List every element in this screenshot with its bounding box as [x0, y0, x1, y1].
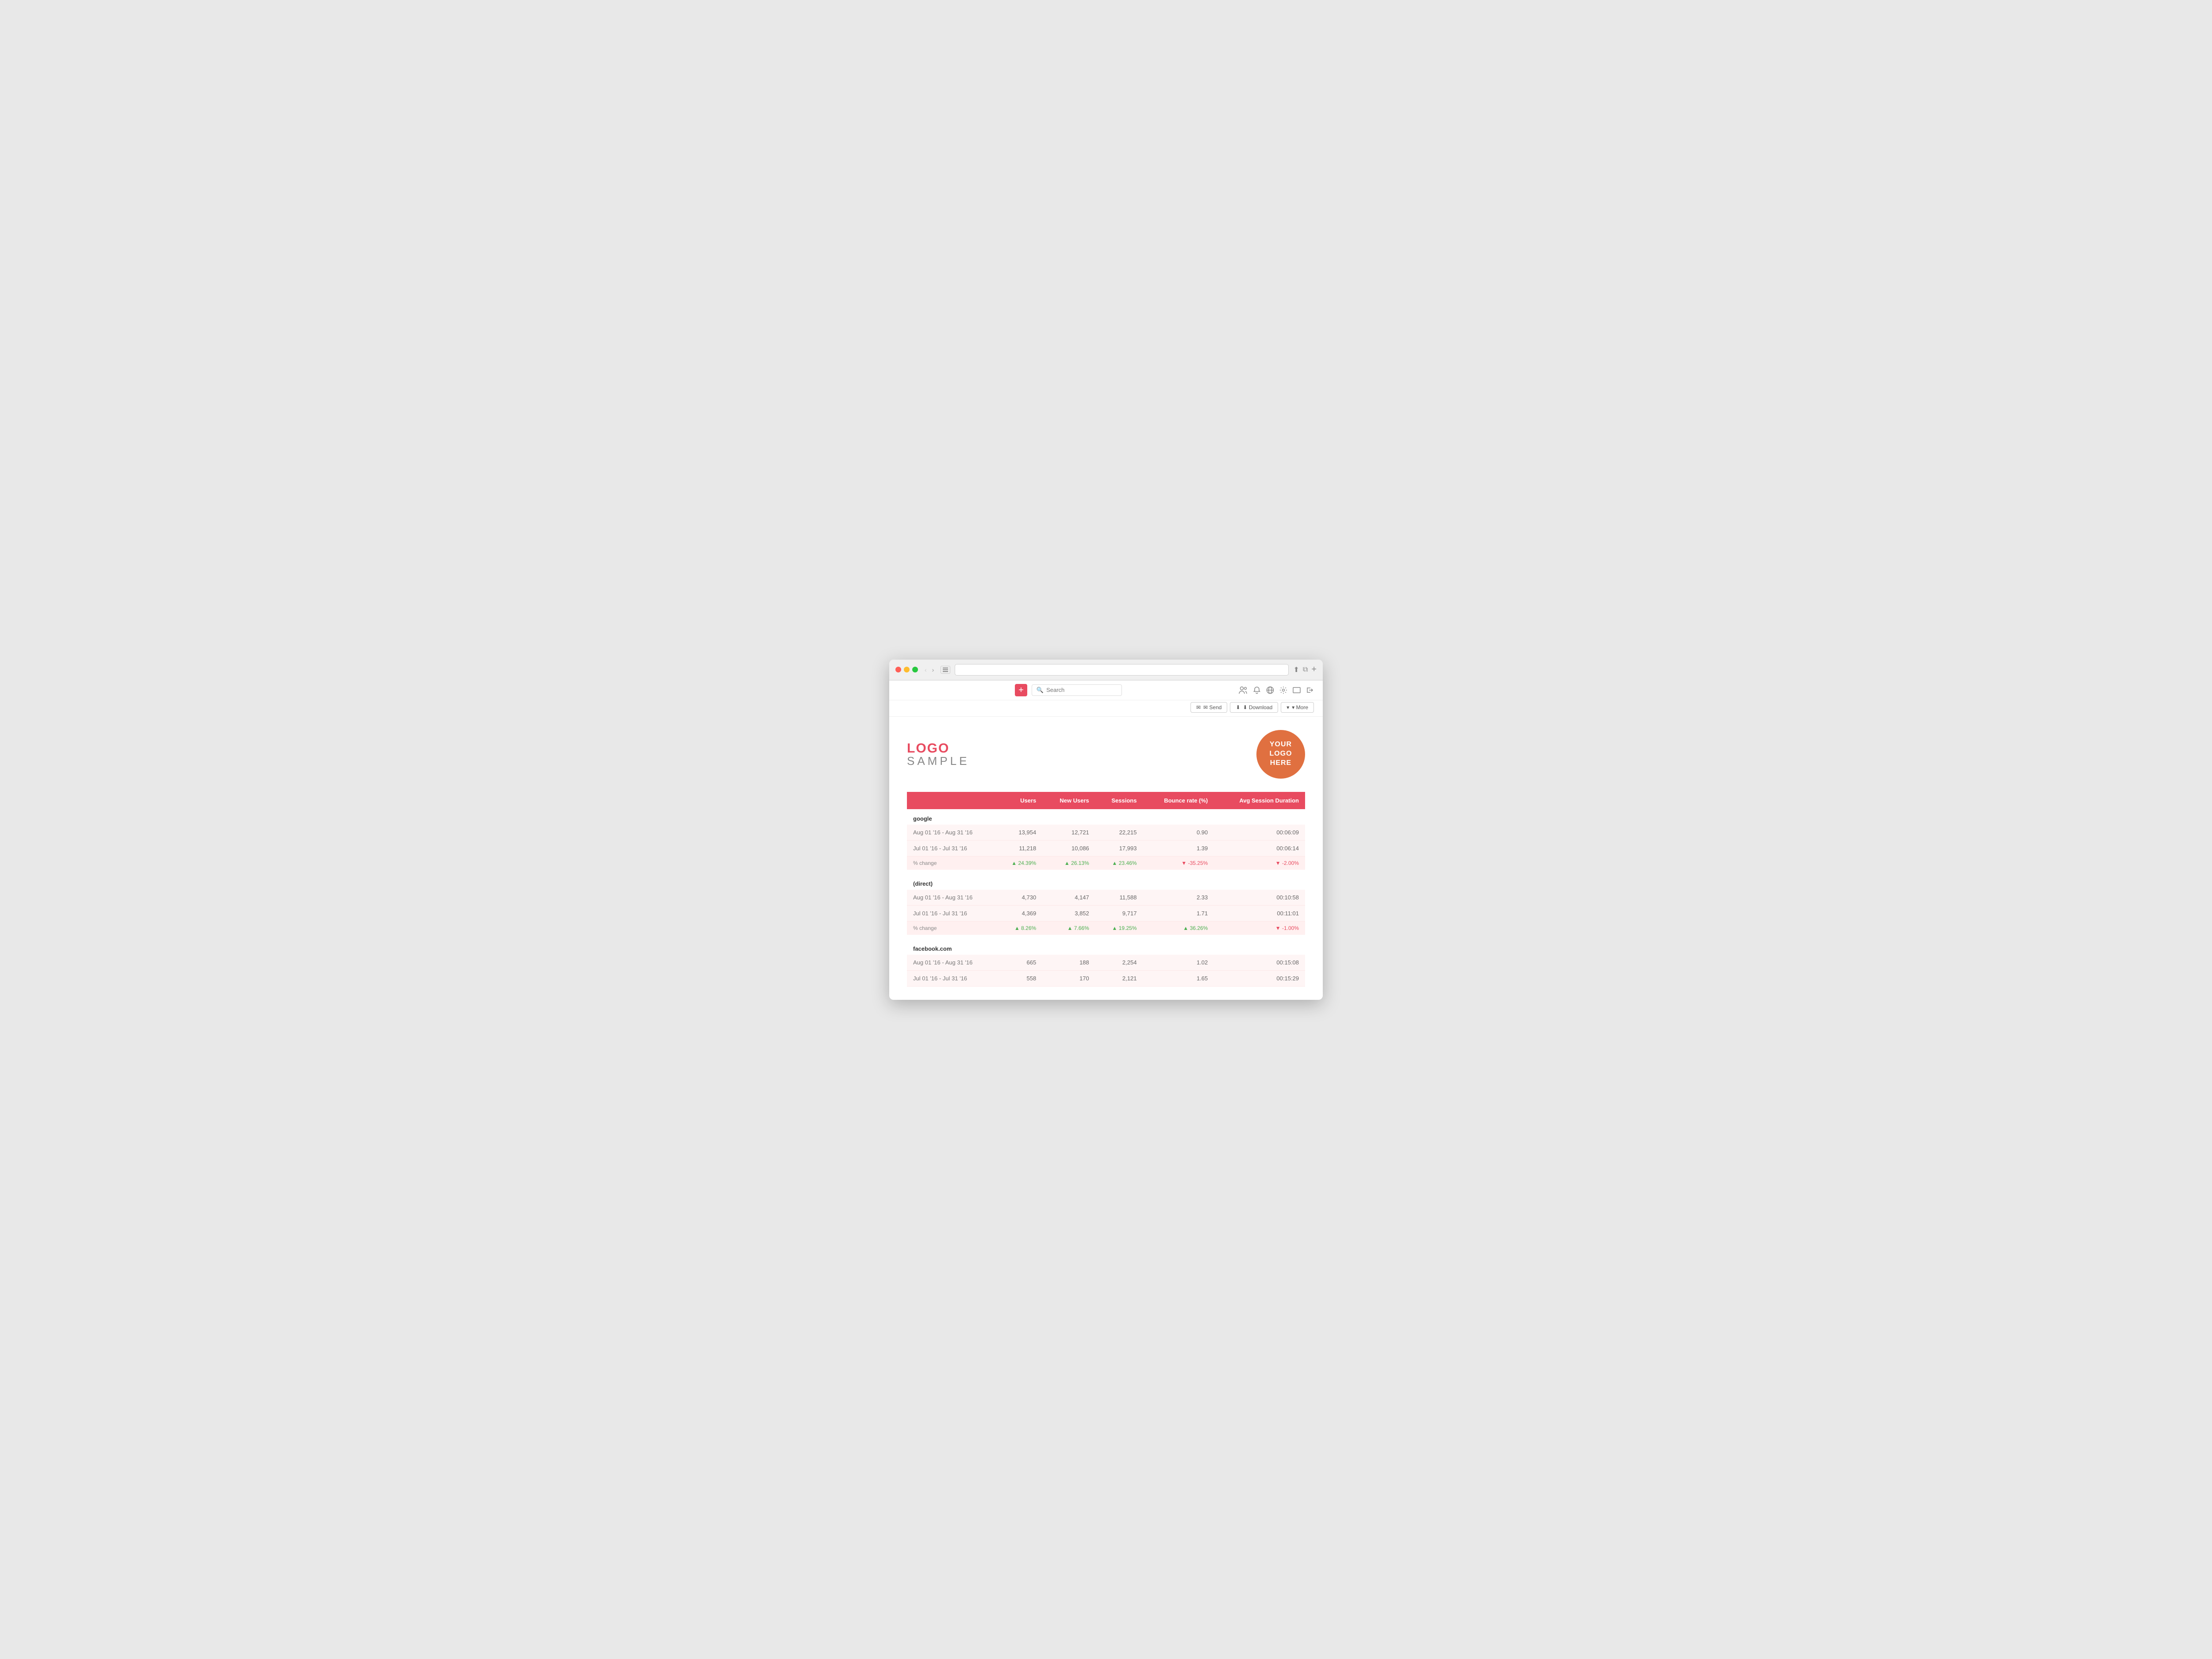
traffic-lights — [895, 667, 918, 672]
minimize-button[interactable] — [904, 667, 910, 672]
col-users: Users — [995, 792, 1042, 809]
users-icon[interactable] — [1239, 686, 1248, 694]
more-icon: ▾ — [1286, 704, 1289, 710]
new-tab-icon[interactable]: + — [1311, 664, 1317, 675]
titlebar-actions: ⬆ ⧉ + — [1293, 664, 1317, 675]
col-new-users: New Users — [1042, 792, 1095, 809]
settings-icon[interactable] — [1279, 686, 1287, 694]
search-icon: 🔍 — [1037, 687, 1044, 694]
group-header-direct: (direct) — [907, 874, 1305, 890]
logo-text: LOGO SAMPLE — [907, 742, 970, 767]
notifications-icon[interactable] — [1253, 686, 1261, 694]
more-button[interactable]: ▾ ▾ More — [1281, 702, 1314, 713]
logo-bottom: SAMPLE — [907, 755, 970, 767]
add-button[interactable]: + — [1015, 684, 1027, 696]
table-change-row-google: % change ▲ 24.39% ▲ 26.13% ▲ 23.46% ▼ -3… — [907, 856, 1305, 870]
logo-circle-text: YOURLOGOHERE — [1269, 740, 1292, 768]
logo-top: LOGO — [907, 742, 970, 755]
data-table: Users New Users Sessions Bounce rate (%)… — [907, 792, 1305, 987]
duplicate-icon[interactable]: ⧉ — [1303, 666, 1308, 674]
download-button[interactable]: ⬇ ⬇ Download — [1230, 702, 1278, 713]
logo-circle: YOURLOGOHERE — [1256, 730, 1305, 779]
search-input[interactable] — [1046, 687, 1117, 693]
table-row: Aug 01 '16 - Aug 31 '16 13,954 12,721 22… — [907, 825, 1305, 841]
col-label — [907, 792, 995, 809]
forward-button[interactable]: › — [930, 665, 937, 674]
table-row: Jul 01 '16 - Jul 31 '16 11,218 10,086 17… — [907, 840, 1305, 856]
globe-icon[interactable] — [1266, 686, 1274, 694]
group-header-google: google — [907, 809, 1305, 825]
content-area: LOGO SAMPLE YOURLOGOHERE Users New Users… — [889, 717, 1323, 1000]
table-row: Aug 01 '16 - Aug 31 '16 4,730 4,147 11,5… — [907, 890, 1305, 906]
table-row: Aug 01 '16 - Aug 31 '16 665 188 2,254 1.… — [907, 955, 1305, 971]
col-avg-session: Avg Session Duration — [1214, 792, 1305, 809]
window-icon[interactable] — [1293, 687, 1301, 693]
nav-buttons: ‹ › — [922, 665, 936, 674]
toolbar-right — [1239, 686, 1314, 694]
download-icon: ⬇ — [1236, 704, 1240, 710]
address-bar[interactable] — [955, 664, 1289, 676]
col-sessions: Sessions — [1095, 792, 1143, 809]
group-header-facebook: facebook.com — [907, 939, 1305, 955]
send-icon: ✉ — [1196, 704, 1201, 710]
app-toolbar: + 🔍 — [889, 680, 1323, 700]
close-button[interactable] — [895, 667, 901, 672]
table-row: Jul 01 '16 - Jul 31 '16 4,369 3,852 9,71… — [907, 905, 1305, 921]
view-toggle-button[interactable] — [941, 666, 950, 674]
logo-section: LOGO SAMPLE YOURLOGOHERE — [907, 730, 1305, 779]
table-change-row-direct: % change ▲ 8.26% ▲ 7.66% ▲ 19.25% ▲ 36.2… — [907, 921, 1305, 935]
browser-titlebar: ‹ › ⬆ ⧉ + — [889, 660, 1323, 680]
browser-window: ‹ › ⬆ ⧉ + + 🔍 — [889, 660, 1323, 1000]
col-bounce: Bounce rate (%) — [1143, 792, 1214, 809]
table-row: Jul 01 '16 - Jul 31 '16 558 170 2,121 1.… — [907, 970, 1305, 986]
share-icon[interactable]: ⬆ — [1293, 665, 1299, 674]
action-bar: ✉ ✉ Send ⬇ ⬇ Download ▾ ▾ More — [889, 700, 1323, 717]
logout-icon[interactable] — [1306, 686, 1314, 694]
table-header-row: Users New Users Sessions Bounce rate (%)… — [907, 792, 1305, 809]
send-button[interactable]: ✉ ✉ Send — [1190, 702, 1227, 713]
maximize-button[interactable] — [912, 667, 918, 672]
search-bar[interactable]: 🔍 — [1032, 684, 1122, 696]
back-button[interactable]: ‹ — [922, 665, 929, 674]
